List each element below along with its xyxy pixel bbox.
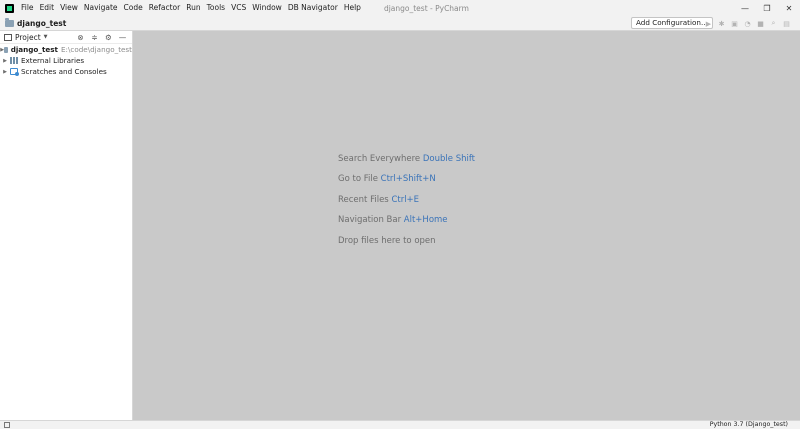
menu-tools[interactable]: Tools bbox=[204, 0, 228, 16]
search-icon[interactable]: ⌕ bbox=[767, 17, 780, 30]
hint-shortcut: Ctrl+Shift+N bbox=[380, 174, 436, 185]
menu-edit[interactable]: Edit bbox=[37, 0, 58, 16]
chevron-down-icon[interactable]: ▼ bbox=[44, 34, 48, 40]
minimize-button[interactable]: — bbox=[734, 0, 756, 16]
restore-button[interactable]: ❐ bbox=[756, 0, 778, 16]
menu-file[interactable]: File bbox=[18, 0, 37, 16]
tree-item-external-libraries[interactable]: ▶ External Libraries bbox=[0, 55, 132, 66]
menu-vcs[interactable]: VCS bbox=[228, 0, 249, 16]
menu-view[interactable]: View bbox=[57, 0, 81, 16]
menu-db-navigator[interactable]: DB Navigator bbox=[285, 0, 341, 16]
menu-code[interactable]: Code bbox=[121, 0, 146, 16]
menu-window[interactable]: Window bbox=[249, 0, 285, 16]
project-pane-header: Project ▼ ⊗ ≑ ⚙ — bbox=[0, 31, 132, 44]
navigation-bar: django_test Add Configuration... ▶ ✱ ▣ ◔… bbox=[0, 16, 800, 31]
expand-arrow-icon[interactable]: ▶ bbox=[0, 69, 10, 75]
menu-bar: File Edit View Navigate Code Refactor Ru… bbox=[0, 0, 800, 16]
coverage-icon[interactable]: ▣ bbox=[728, 17, 741, 30]
window-controls: — ❐ ✕ bbox=[734, 0, 800, 16]
hint-text: Recent Files bbox=[338, 194, 392, 205]
hint-shortcut: Ctrl+E bbox=[391, 194, 420, 205]
window-title: django_test - PyCharm bbox=[383, 3, 469, 13]
hint-text: Navigation Bar bbox=[338, 215, 404, 226]
locate-file-icon[interactable]: ⊗ bbox=[75, 32, 86, 43]
tool-windows-toggle-icon[interactable] bbox=[4, 422, 10, 428]
breadcrumb-project[interactable]: django_test bbox=[17, 19, 66, 28]
folder-icon bbox=[4, 46, 8, 53]
menu-help[interactable]: Help bbox=[341, 0, 364, 16]
tree-item-path: E:\code\django_test bbox=[60, 45, 132, 54]
hint-shortcut: Double Shift bbox=[422, 154, 476, 164]
tree-item-label: External Libraries bbox=[21, 56, 85, 65]
structure-icon[interactable]: ▤ bbox=[780, 17, 793, 30]
tree-item-label: Scratches and Consoles bbox=[21, 67, 107, 76]
hint-recent-files: Recent Files Ctrl+E bbox=[338, 194, 475, 214]
run-toolbar: ▶ ✱ ▣ ◔ ■ ⌕ ▤ bbox=[702, 17, 793, 30]
hint-text: Go to File bbox=[338, 174, 381, 185]
run-icon[interactable]: ▶ bbox=[702, 17, 715, 30]
stop-icon[interactable]: ■ bbox=[754, 17, 767, 30]
gear-icon[interactable]: ⚙ bbox=[103, 32, 114, 43]
scratches-icon bbox=[10, 68, 19, 76]
hint-shortcut: Alt+Home bbox=[403, 215, 448, 226]
add-configuration-button[interactable]: Add Configuration... bbox=[631, 17, 713, 29]
collapse-all-icon[interactable]: ≑ bbox=[89, 32, 100, 43]
menu-refactor[interactable]: Refactor bbox=[146, 0, 183, 16]
tree-item-scratches[interactable]: ▶ Scratches and Consoles bbox=[0, 66, 132, 77]
expand-arrow-icon[interactable]: ▶ bbox=[0, 58, 10, 64]
hint-navigation-bar: Navigation Bar Alt+Home bbox=[338, 214, 475, 234]
pane-actions: ⊗ ≑ ⚙ — bbox=[75, 32, 128, 43]
status-bar: Python 3.7 (Django_test) bbox=[0, 420, 800, 429]
profile-icon[interactable]: ◔ bbox=[741, 17, 754, 30]
pycharm-logo-icon bbox=[5, 3, 14, 13]
hide-icon[interactable]: — bbox=[117, 32, 128, 43]
menu-navigate[interactable]: Navigate bbox=[81, 0, 121, 16]
hint-search-everywhere: Search Everywhere Double Shift bbox=[338, 153, 475, 173]
python-interpreter[interactable]: Python 3.7 (Django_test) bbox=[710, 421, 788, 429]
editor-hints: Search Everywhere Double Shift Go to Fil… bbox=[338, 153, 475, 255]
project-tool-window: Project ▼ ⊗ ≑ ⚙ — ▶ django_test E:\code\… bbox=[0, 31, 133, 420]
menu-run[interactable]: Run bbox=[183, 0, 203, 16]
folder-icon bbox=[5, 17, 14, 27]
tree-item-project-root[interactable]: ▶ django_test E:\code\django_test bbox=[0, 44, 132, 55]
hint-text: Search Everywhere bbox=[338, 154, 423, 164]
project-view-icon bbox=[4, 33, 12, 41]
debug-icon[interactable]: ✱ bbox=[715, 17, 728, 30]
hint-text: Drop files here to open bbox=[338, 235, 436, 246]
hint-drop-files: Drop files here to open bbox=[338, 235, 475, 255]
editor-empty-area[interactable]: Search Everywhere Double Shift Go to Fil… bbox=[133, 31, 800, 420]
close-button[interactable]: ✕ bbox=[778, 0, 800, 16]
hint-go-to-file: Go to File Ctrl+Shift+N bbox=[338, 173, 475, 193]
tree-item-label: django_test bbox=[10, 45, 58, 54]
project-pane-title[interactable]: Project bbox=[15, 33, 41, 42]
libraries-icon bbox=[10, 57, 18, 64]
